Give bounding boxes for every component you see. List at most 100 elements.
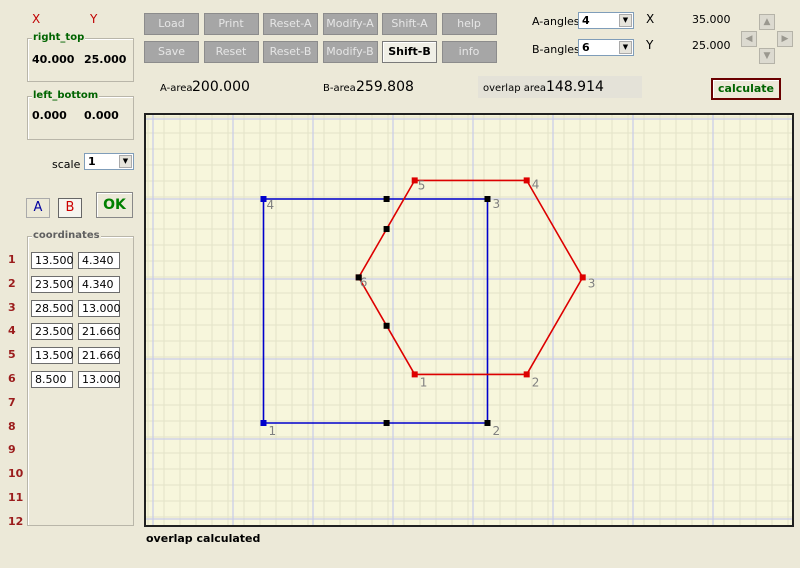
coordinate-y-field[interactable]: 21.660 xyxy=(78,347,121,365)
coordinate-row-number: 9 xyxy=(8,443,16,457)
coordinate-row-number: 10 xyxy=(8,467,24,481)
coordinate-row-number: 12 xyxy=(8,514,24,528)
coordinate-y-field[interactable]: 4.340 xyxy=(78,275,120,293)
status-text: overlap calculated xyxy=(146,532,261,545)
readout-y-value: 25.000 xyxy=(692,39,731,52)
right-top-label: right_top xyxy=(32,32,86,43)
modify-a-button[interactable]: Modify-A xyxy=(322,13,378,35)
coordinate-row-number: 4 xyxy=(8,324,16,338)
b-angles-select[interactable]: 6 ▼ xyxy=(578,39,634,56)
shape-b-vertex-label: 5 xyxy=(418,178,426,192)
coordinate-x-field[interactable]: 28.500 xyxy=(31,299,74,317)
coordinate-row-number: 11 xyxy=(8,491,24,504)
arrow-up-icon[interactable]: ▲ xyxy=(759,14,775,30)
coordinate-x-field[interactable]: 8.500 xyxy=(31,371,73,388)
coordinate-row-number: 5 xyxy=(8,348,16,362)
chevron-down-icon[interactable]: ▼ xyxy=(119,155,132,168)
shape-a-button[interactable]: A xyxy=(26,198,50,218)
a-angles-value: 4 xyxy=(582,14,590,27)
info-button[interactable]: info xyxy=(441,41,497,63)
shape-a-vertex xyxy=(260,420,267,426)
coordinate-x-field[interactable]: 13.500 xyxy=(31,252,74,269)
calculate-label: calculate xyxy=(718,82,774,95)
a-angles-label: A-angles xyxy=(532,15,580,28)
coordinate-x-field[interactable]: 13.500 xyxy=(31,347,74,365)
reset-a-button[interactable]: Reset-A xyxy=(263,13,318,35)
coordinates-label: coordinates xyxy=(32,230,101,241)
ok-label: OK xyxy=(103,197,126,213)
shape-b-vertex xyxy=(579,274,586,281)
right-top-group: right_top 40.000 25.000 xyxy=(27,32,134,82)
coordinate-x-field[interactable]: 23.500 xyxy=(31,323,74,341)
readout-y-label: Y xyxy=(646,38,654,52)
y-column-label: Y xyxy=(90,12,98,26)
shape-b-vertex xyxy=(523,177,530,184)
x-column-label: X xyxy=(32,12,41,26)
a-angles-select[interactable]: 4 ▼ xyxy=(578,12,634,29)
scale-select[interactable]: 1 ▼ xyxy=(84,153,134,170)
shift-a-button[interactable]: Shift-A xyxy=(382,13,437,35)
coordinate-y-field[interactable]: 13.000 xyxy=(78,299,121,317)
shape-a-vertex-label: 4 xyxy=(267,198,275,212)
coordinate-row-number: 6 xyxy=(8,372,16,385)
chevron-down-icon[interactable]: ▼ xyxy=(619,14,632,27)
right-top-y: 25.000 xyxy=(84,53,127,66)
shape-b-vertex xyxy=(411,371,418,378)
plot-svg[interactable]: 1 2341 23456 xyxy=(146,115,792,525)
arrow-left-icon[interactable]: ◀ xyxy=(741,31,757,47)
overlap-area-label: overlap area xyxy=(483,83,547,94)
arrow-right-icon[interactable]: ▶ xyxy=(777,31,793,47)
overlap-vertex-point xyxy=(484,420,491,426)
overlap-intersection-point xyxy=(383,196,390,202)
a-area-label: A-area xyxy=(160,83,193,94)
overlap-area-value: 148.914 xyxy=(546,79,604,95)
ok-button[interactable]: OK xyxy=(96,192,133,218)
shape-b-vertex-label: 3 xyxy=(588,276,596,290)
coordinate-row-number: 7 xyxy=(8,395,16,409)
left-bottom-x: 0.000 xyxy=(32,109,67,122)
print-button[interactable]: Print xyxy=(203,13,259,35)
a-area-value: 200.000 xyxy=(192,79,250,95)
coordinate-x-field[interactable]: 23.500 xyxy=(31,275,74,293)
shape-b-vertex xyxy=(523,371,530,378)
b-area-value: 259.808 xyxy=(356,79,414,95)
readout-x-label: X xyxy=(646,12,655,26)
save-button[interactable]: Save xyxy=(144,41,199,63)
shape-b-vertex-label: 1 xyxy=(420,375,428,389)
calculate-button[interactable]: calculate xyxy=(711,78,781,100)
shape-a-vertex-label: 2 xyxy=(493,424,501,438)
b-area-label: B-area xyxy=(323,83,356,94)
coordinate-y-field[interactable]: 21.660 xyxy=(78,323,121,341)
modify-b-button[interactable]: Modify-B xyxy=(322,41,378,63)
overlap-intersection-point xyxy=(383,322,390,329)
coordinate-y-field[interactable]: 13.000 xyxy=(78,371,121,388)
coordinate-row-number: 3 xyxy=(8,300,16,314)
shape-a-label: A xyxy=(33,200,43,215)
shape-b-vertex-label: 2 xyxy=(532,375,540,389)
left-bottom-y: 0.000 xyxy=(84,109,119,122)
shape-b-label: B xyxy=(65,200,75,215)
scale-label: scale xyxy=(52,158,81,171)
drawing-canvas[interactable]: 1234123456 xyxy=(144,113,794,527)
readout-x-value: 35.000 xyxy=(692,13,731,26)
reset-button[interactable]: Reset xyxy=(203,41,259,63)
help-button[interactable]: help xyxy=(441,13,497,35)
coordinate-y-field[interactable]: 4.340 xyxy=(78,252,120,269)
reset-b-button[interactable]: Reset-B xyxy=(263,41,318,63)
load-button[interactable]: Load xyxy=(144,13,199,35)
chevron-down-icon[interactable]: ▼ xyxy=(619,41,632,54)
left-bottom-label: left_bottom xyxy=(32,90,100,101)
shape-b-vertex-label: 4 xyxy=(532,177,540,191)
b-angles-label: B-angles xyxy=(532,43,580,56)
right-top-x: 40.000 xyxy=(32,53,75,66)
arrow-down-icon[interactable]: ▼ xyxy=(759,48,775,64)
overlap-intersection-point xyxy=(383,226,390,233)
coordinate-row-number: 8 xyxy=(8,419,16,433)
shape-a-vertex-label: 1 xyxy=(269,424,277,438)
coordinate-row-number: 2 xyxy=(8,276,16,290)
b-angles-value: 6 xyxy=(582,41,590,54)
shift-b-button[interactable]: Shift-B xyxy=(382,41,437,63)
left-bottom-group: left_bottom 0.000 0.000 xyxy=(27,90,134,140)
coordinate-row-number: 1 xyxy=(8,253,16,266)
shape-b-button[interactable]: B xyxy=(58,198,82,218)
